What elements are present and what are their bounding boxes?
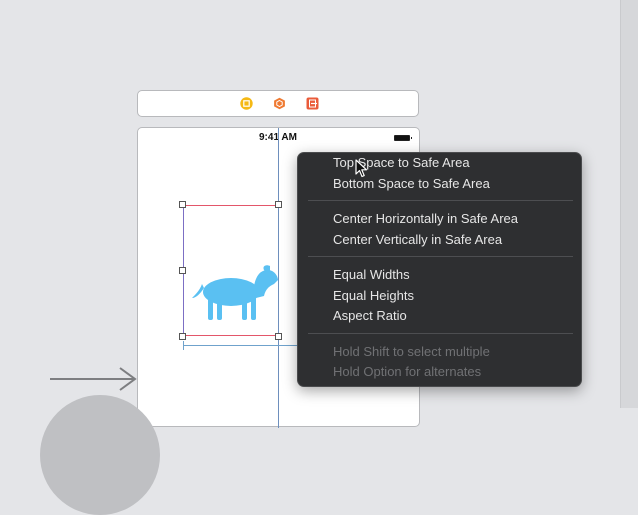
menu-item-top-space[interactable]: Top Space to Safe Area — [333, 155, 470, 171]
resize-handle[interactable] — [179, 201, 186, 208]
entry-point-arrow-icon[interactable] — [50, 366, 138, 392]
menu-separator — [308, 256, 573, 257]
menu-separator — [308, 200, 573, 201]
resize-handle[interactable] — [179, 333, 186, 340]
menu-hint-shift: Hold Shift to select multiple — [333, 344, 490, 359]
mouse-cursor-icon — [355, 159, 368, 178]
overlay-circle — [40, 395, 160, 515]
exit-icon[interactable] — [306, 97, 319, 110]
canvas-right-edge — [620, 0, 638, 408]
menu-item-aspect-ratio[interactable]: Aspect Ratio — [333, 308, 407, 324]
battery-icon — [394, 135, 412, 141]
view-controller-icon[interactable] — [240, 97, 253, 110]
menu-item-center-vertically[interactable]: Center Vertically in Safe Area — [333, 232, 502, 248]
scene-dock — [137, 90, 419, 117]
resize-handle[interactable] — [179, 267, 186, 274]
constraint-context-menu: Top Space to Safe Area Bottom Space to S… — [297, 152, 582, 387]
menu-item-equal-widths[interactable]: Equal Widths — [333, 267, 410, 283]
first-responder-icon[interactable] — [273, 97, 286, 110]
resize-handle[interactable] — [275, 201, 282, 208]
menu-item-equal-heights[interactable]: Equal Heights — [333, 288, 414, 304]
resize-handle[interactable] — [275, 333, 282, 340]
menu-hint-option: Hold Option for alternates — [333, 364, 482, 379]
dog-image-view[interactable] — [183, 205, 279, 336]
width-guide-tick — [183, 341, 184, 350]
menu-separator — [308, 333, 573, 334]
dog-icon — [192, 265, 278, 320]
width-guide-line — [183, 345, 303, 346]
menu-item-center-horizontally[interactable]: Center Horizontally in Safe Area — [333, 211, 518, 227]
